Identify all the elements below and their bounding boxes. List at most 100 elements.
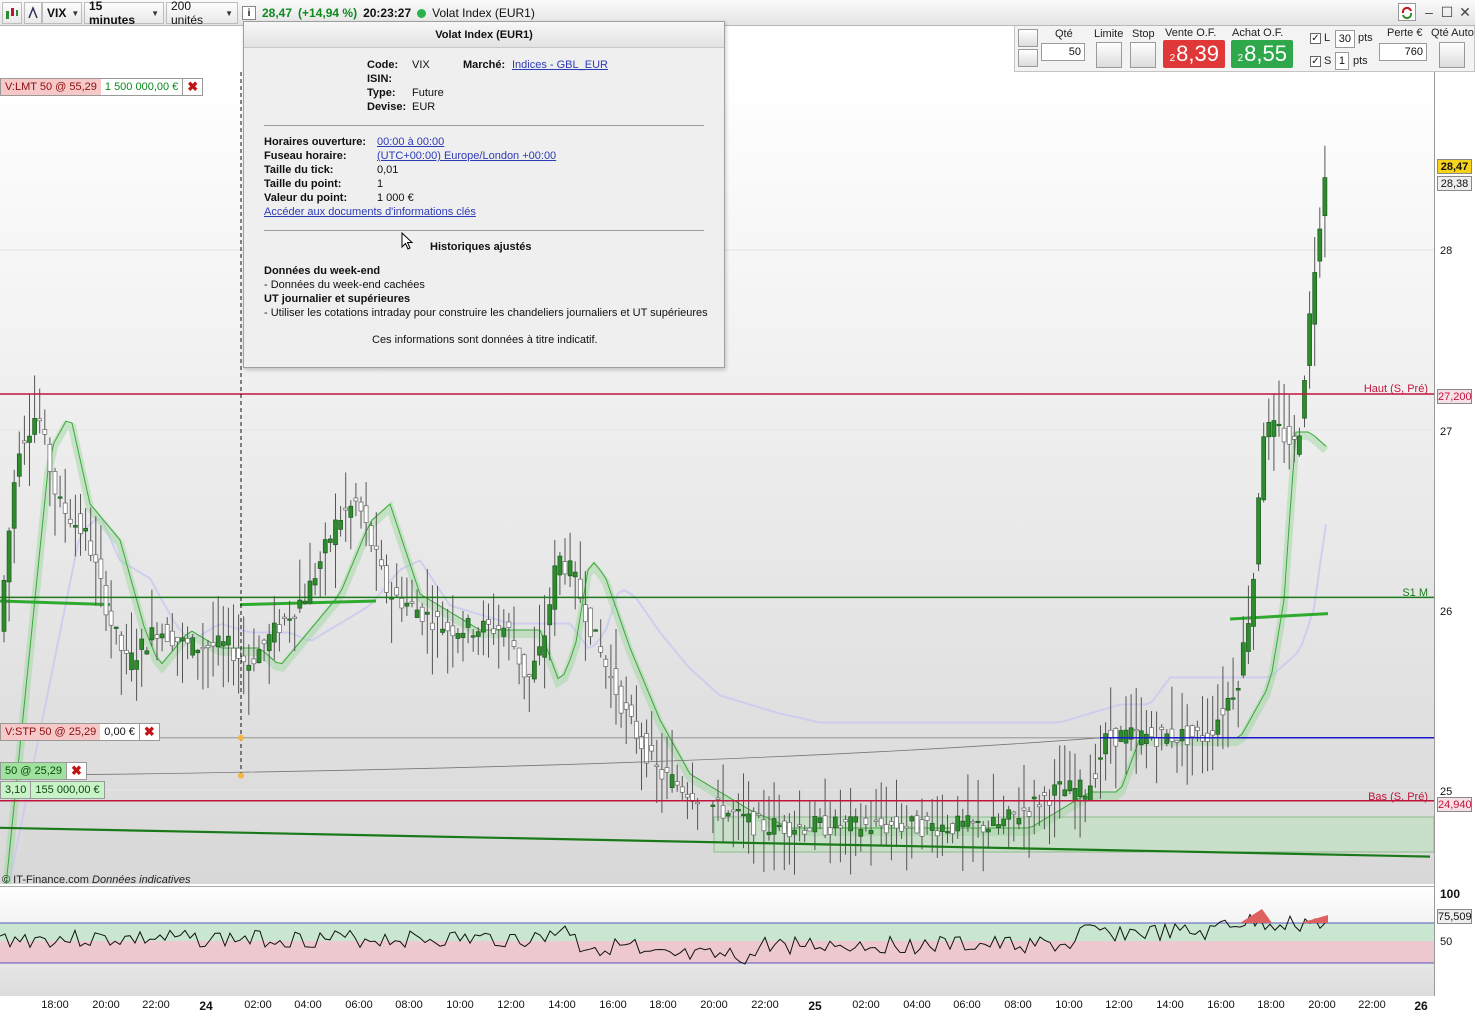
candle-body bbox=[807, 827, 813, 832]
docs-link[interactable]: Accéder aux documents d'informations clé… bbox=[264, 206, 476, 218]
hours-link[interactable]: 00:00 à 00:00 bbox=[377, 136, 444, 148]
chevron-down-icon: ▼ bbox=[151, 8, 159, 18]
candle-body bbox=[598, 646, 604, 653]
candle-body bbox=[639, 736, 644, 749]
candle-body bbox=[124, 649, 129, 654]
keyboard-icon[interactable] bbox=[1018, 49, 1038, 67]
rsi-indicator-pane[interactable] bbox=[0, 886, 1434, 996]
candle-body bbox=[1072, 787, 1078, 802]
instrument-name: Volat Index (EUR1) bbox=[432, 6, 535, 20]
candle-body bbox=[1067, 780, 1073, 792]
candle-body bbox=[985, 828, 991, 833]
s-input[interactable]: 1 bbox=[1335, 52, 1349, 70]
candle-body bbox=[409, 601, 415, 604]
time-tick: 06:00 bbox=[953, 999, 981, 1011]
candle-body bbox=[363, 505, 369, 523]
candle-body bbox=[256, 649, 262, 664]
units-dropdown[interactable]: 200 unités ▼ bbox=[166, 0, 238, 27]
time-tick: 18:00 bbox=[1257, 999, 1285, 1011]
refresh-icon[interactable] bbox=[1398, 3, 1416, 21]
point-size-value: 1 bbox=[377, 178, 384, 190]
candle-body bbox=[440, 628, 445, 633]
auto-qty-icon[interactable] bbox=[1439, 42, 1465, 68]
candle-body bbox=[27, 435, 32, 443]
stop-order-amount: 0,00 € bbox=[104, 726, 135, 738]
candle-body bbox=[919, 819, 925, 837]
l-checkbox[interactable]: ✓ bbox=[1310, 33, 1321, 44]
candle-body bbox=[404, 602, 410, 607]
order-panel: Qté 50 Limite Stop Vente O.F. Achat O.F.… bbox=[1014, 26, 1475, 72]
candle-body bbox=[1235, 688, 1241, 691]
candle-body bbox=[251, 658, 257, 665]
candle-body bbox=[16, 453, 22, 477]
candle-body bbox=[730, 809, 736, 813]
close-icon[interactable]: ✖ bbox=[66, 763, 86, 779]
candle-body bbox=[113, 626, 119, 629]
timeframe-label: 15 minutes bbox=[89, 0, 136, 27]
close-icon[interactable]: ✕ bbox=[1456, 3, 1474, 21]
limit-order-amount: 1 500 000,00 € bbox=[104, 81, 179, 93]
candle-body bbox=[455, 633, 461, 639]
info-icon[interactable]: i bbox=[242, 6, 256, 20]
candle-body bbox=[475, 631, 481, 637]
candle-body bbox=[960, 820, 966, 827]
type-value: Future bbox=[412, 87, 444, 99]
time-tick: 10:00 bbox=[446, 999, 474, 1011]
candle-body bbox=[603, 658, 609, 667]
chart-type-icon[interactable] bbox=[2, 2, 22, 24]
candle-body bbox=[991, 816, 996, 827]
code-value: VIX bbox=[412, 59, 430, 71]
vwap-segment bbox=[0, 599, 111, 607]
time-tick: 20:00 bbox=[1308, 999, 1336, 1011]
s-checkbox[interactable]: ✓ bbox=[1310, 56, 1321, 67]
limit-order-icon[interactable] bbox=[1096, 42, 1122, 68]
candle-body bbox=[1057, 781, 1063, 785]
buy-label: Achat O.F. bbox=[1232, 27, 1284, 39]
market-link[interactable]: Indices - GBL_EUR bbox=[512, 59, 608, 71]
candle-body bbox=[37, 418, 43, 422]
adjusted-title: Historiques ajustés bbox=[430, 241, 532, 253]
stop-order-icon[interactable] bbox=[1130, 42, 1156, 68]
maximize-icon[interactable]: ☐ bbox=[1438, 3, 1456, 21]
candle-body bbox=[88, 540, 94, 556]
limit-order-pill[interactable]: V:LMT 50 @ 55,29 1 500 000,00 € ✖ bbox=[0, 78, 204, 96]
minimize-icon[interactable]: – bbox=[1420, 3, 1438, 21]
candle-body bbox=[1225, 697, 1231, 711]
wrench-icon[interactable] bbox=[1018, 29, 1038, 47]
stop-order-pill[interactable]: V:STP 50 @ 25,29 0,00 € ✖ bbox=[0, 723, 160, 741]
timeframe-dropdown[interactable]: 15 minutes ▼ bbox=[84, 0, 164, 27]
position-pill[interactable]: 50 @ 25,29 ✖ bbox=[0, 762, 87, 780]
point-value-label: Valeur du point: bbox=[264, 192, 348, 204]
candle-body bbox=[1031, 796, 1037, 800]
candle-body bbox=[669, 774, 675, 788]
candle-body bbox=[1016, 818, 1022, 825]
candle-body bbox=[62, 502, 68, 514]
sell-button[interactable]: 28,39 bbox=[1163, 40, 1225, 68]
candle-body bbox=[980, 825, 986, 833]
buy-button[interactable]: 28,55 bbox=[1231, 40, 1293, 68]
candle-body bbox=[180, 637, 185, 642]
candle-body bbox=[812, 816, 818, 833]
loss-input[interactable]: 760 bbox=[1379, 43, 1427, 61]
candle-body bbox=[118, 634, 124, 651]
s-label: S bbox=[1324, 55, 1332, 67]
tz-link[interactable]: (UTC+00:00) Europe/London +00:00 bbox=[377, 150, 556, 162]
candle-body bbox=[93, 554, 99, 563]
close-icon[interactable]: ✖ bbox=[138, 724, 159, 740]
candle-body bbox=[955, 815, 961, 832]
time-tick: 08:00 bbox=[395, 999, 423, 1011]
candle-body bbox=[200, 646, 206, 650]
candle-body bbox=[271, 622, 277, 643]
candle-body bbox=[843, 819, 848, 823]
prev-price-tag: 28,38 bbox=[1437, 176, 1472, 191]
drawing-tool-icon[interactable] bbox=[24, 2, 42, 24]
candle-body bbox=[1006, 809, 1012, 820]
qty-input[interactable]: 50 bbox=[1041, 43, 1085, 61]
close-icon[interactable]: ✖ bbox=[182, 79, 202, 95]
l-input[interactable]: 30 bbox=[1335, 30, 1355, 48]
candle-body bbox=[710, 804, 716, 807]
symbol-dropdown[interactable]: VIX ▼ bbox=[42, 2, 82, 24]
l-pts-label: pts bbox=[1358, 32, 1373, 44]
indicator-canvas bbox=[0, 909, 1434, 965]
position-pnl-pill: 3,10 155 000,00 € bbox=[0, 781, 105, 799]
